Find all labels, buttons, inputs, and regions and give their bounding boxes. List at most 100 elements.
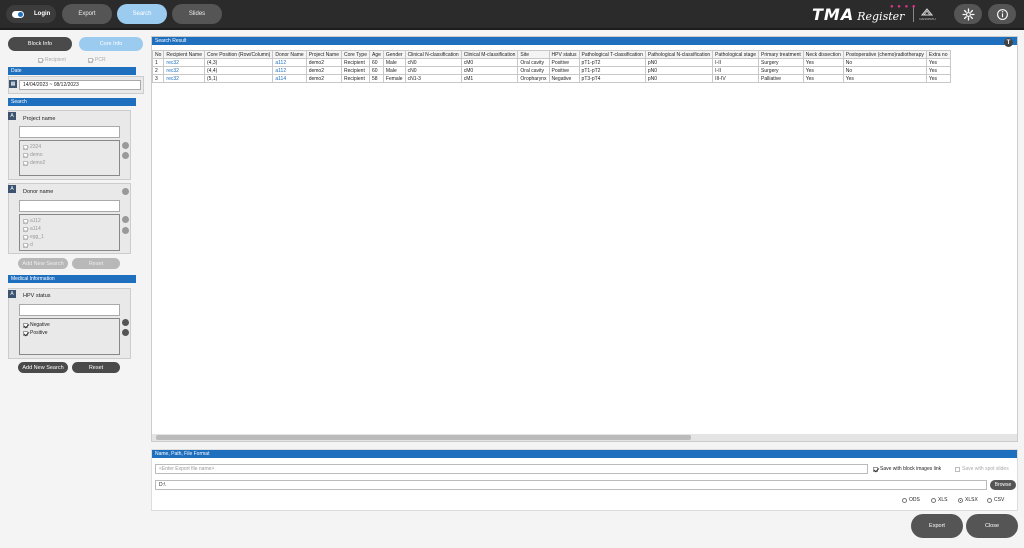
close-label: Close bbox=[984, 523, 1000, 529]
column-header[interactable]: Gender bbox=[382, 50, 406, 59]
tab-slides-label: Slides bbox=[188, 11, 206, 17]
list-item[interactable]: a112 bbox=[23, 217, 116, 225]
reset-button[interactable]: Reset bbox=[72, 362, 120, 373]
block-info-button[interactable]: Block Info bbox=[8, 37, 72, 51]
save-spot-slides-checkbox[interactable]: Save with spot slides bbox=[955, 466, 1009, 472]
list-item[interactable]: demo2 bbox=[23, 159, 116, 167]
calendar-icon[interactable]: ▦ bbox=[9, 80, 17, 88]
table-cell[interactable]: rec32 bbox=[163, 74, 205, 83]
column-header[interactable]: Clinical N-classification bbox=[404, 50, 462, 59]
close-button[interactable]: Close bbox=[966, 514, 1018, 538]
column-header[interactable]: Pathological T-classification bbox=[578, 50, 646, 59]
table-cell: Negative bbox=[548, 74, 580, 83]
hpv-option-list: Negative Positive bbox=[19, 318, 120, 355]
login-toggle-button[interactable]: Login bbox=[6, 5, 56, 23]
remove-group-button[interactable] bbox=[122, 188, 129, 195]
clear-selection-button[interactable] bbox=[122, 329, 129, 336]
checkbox-icon bbox=[873, 466, 878, 472]
tab-slides[interactable]: Slides bbox=[172, 4, 222, 24]
column-header[interactable]: Project Name bbox=[305, 50, 343, 59]
date-range-field[interactable]: 14/04/2023 ~ 08/12/2023 bbox=[19, 80, 141, 90]
table-cell: 3 bbox=[152, 74, 165, 83]
column-header[interactable]: Neck dissection bbox=[802, 50, 844, 59]
date-section-header: Date bbox=[8, 67, 136, 75]
column-header[interactable]: Core Type bbox=[341, 50, 370, 59]
pcr-checkbox[interactable]: PCR bbox=[88, 57, 106, 63]
select-all-button[interactable] bbox=[122, 319, 129, 326]
tab-export[interactable]: Export bbox=[62, 4, 112, 24]
column-header[interactable]: Site bbox=[517, 50, 550, 59]
export-button[interactable]: Export bbox=[911, 514, 963, 538]
column-header[interactable]: HPV status bbox=[548, 50, 580, 59]
column-header[interactable]: Clinical M-classification bbox=[460, 50, 519, 59]
column-header[interactable]: Pathological stage bbox=[712, 50, 760, 59]
project-filter-input[interactable] bbox=[19, 126, 120, 138]
hpv-filter-input[interactable] bbox=[19, 304, 120, 316]
table-cell: demo2 bbox=[305, 66, 343, 75]
recipient-checkbox[interactable]: Recipient bbox=[38, 57, 66, 63]
table-cell: Female bbox=[382, 74, 406, 83]
browse-button[interactable]: Browse bbox=[990, 480, 1016, 490]
donor-filter-input[interactable] bbox=[19, 200, 120, 212]
table-row[interactable]: 1 rec32 (4,3) a112 demo2 Recipient 60 Male cN0 cM… bbox=[152, 58, 951, 67]
company-logo-icon bbox=[921, 8, 934, 16]
reset-button-disabled[interactable]: Reset bbox=[72, 258, 120, 269]
column-header[interactable]: Primary treatment bbox=[758, 50, 804, 59]
column-header[interactable]: Recipient Name bbox=[163, 50, 205, 59]
clear-selection-button[interactable] bbox=[122, 152, 129, 159]
table-cell[interactable]: a112 bbox=[272, 66, 307, 75]
project-option-list: 2324 demo demo2 bbox=[19, 140, 120, 176]
list-item[interactable]: demo bbox=[23, 151, 116, 159]
top-bar-divider bbox=[0, 28, 1024, 30]
save-block-images-label: Save with block images link bbox=[880, 466, 942, 472]
table-row[interactable]: 2 rec32 (4,4) a112 demo2 Recipient 60 Male cN0 cM… bbox=[152, 66, 951, 75]
scrollbar-thumb[interactable] bbox=[156, 435, 691, 440]
table-row[interactable]: 3 rec32 (5,1) a114 demo2 Recipient 58 Female cN1… bbox=[152, 74, 951, 83]
select-all-button[interactable] bbox=[122, 142, 129, 149]
export-path-field[interactable]: D:\ bbox=[155, 480, 987, 490]
tab-search[interactable]: Search bbox=[117, 4, 167, 24]
list-item[interactable]: egg_1 bbox=[23, 233, 116, 241]
table-cell: Yes bbox=[925, 66, 951, 75]
table-cell[interactable]: a112 bbox=[272, 58, 307, 67]
column-header[interactable]: No bbox=[152, 50, 165, 59]
clear-selection-button[interactable] bbox=[122, 227, 129, 234]
add-new-search-button-disabled[interactable]: Add New Search bbox=[18, 258, 68, 269]
core-info-button[interactable]: Core Info bbox=[79, 37, 143, 51]
toggle-icon bbox=[12, 10, 24, 18]
export-filename-input[interactable]: <Enter Export file name> bbox=[155, 464, 868, 474]
table-cell: Yes bbox=[802, 74, 844, 83]
company-logo-text: NANOPATH bbox=[919, 17, 936, 21]
table-cell: 60 bbox=[368, 58, 384, 67]
table-cell: Positive bbox=[548, 58, 580, 67]
column-header[interactable]: Donor Name bbox=[272, 50, 307, 59]
table-cell[interactable]: rec32 bbox=[163, 66, 205, 75]
list-item[interactable]: Positive bbox=[23, 329, 116, 337]
list-item[interactable]: 2324 bbox=[23, 143, 116, 151]
list-item[interactable]: Negative bbox=[23, 321, 116, 329]
format-ods-radio[interactable]: ODS bbox=[902, 497, 920, 503]
column-header[interactable]: Pathological N-classification bbox=[644, 50, 714, 59]
column-header[interactable]: Postoperative (chemo)radiotherapy bbox=[842, 50, 927, 59]
horizontal-scrollbar[interactable] bbox=[152, 434, 1017, 441]
column-header[interactable]: Extra no bbox=[925, 50, 951, 59]
list-item[interactable]: a114 bbox=[23, 225, 116, 233]
table-cell: 2 bbox=[152, 66, 165, 75]
text-format-icon[interactable]: T bbox=[1004, 38, 1013, 47]
column-header[interactable]: Age bbox=[368, 50, 384, 59]
table-cell: pN0 bbox=[644, 74, 714, 83]
settings-button[interactable] bbox=[954, 4, 982, 24]
list-item[interactable]: d bbox=[23, 241, 116, 249]
table-cell[interactable]: a114 bbox=[272, 74, 307, 83]
save-block-images-checkbox[interactable]: Save with block images link bbox=[873, 466, 941, 472]
date-header-label: Date bbox=[11, 68, 22, 74]
info-button[interactable] bbox=[988, 4, 1016, 24]
format-csv-radio[interactable]: CSV bbox=[987, 497, 1004, 503]
format-xlsx-radio[interactable]: XLSX bbox=[958, 497, 978, 503]
add-new-search-button[interactable]: Add New Search bbox=[18, 362, 68, 373]
column-header[interactable]: Core Position (Row/Column) bbox=[203, 50, 274, 59]
select-all-button[interactable] bbox=[122, 216, 129, 223]
hpv-group-badge: A bbox=[8, 290, 16, 298]
format-xls-radio[interactable]: XLS bbox=[931, 497, 947, 503]
table-cell[interactable]: rec32 bbox=[163, 58, 205, 67]
